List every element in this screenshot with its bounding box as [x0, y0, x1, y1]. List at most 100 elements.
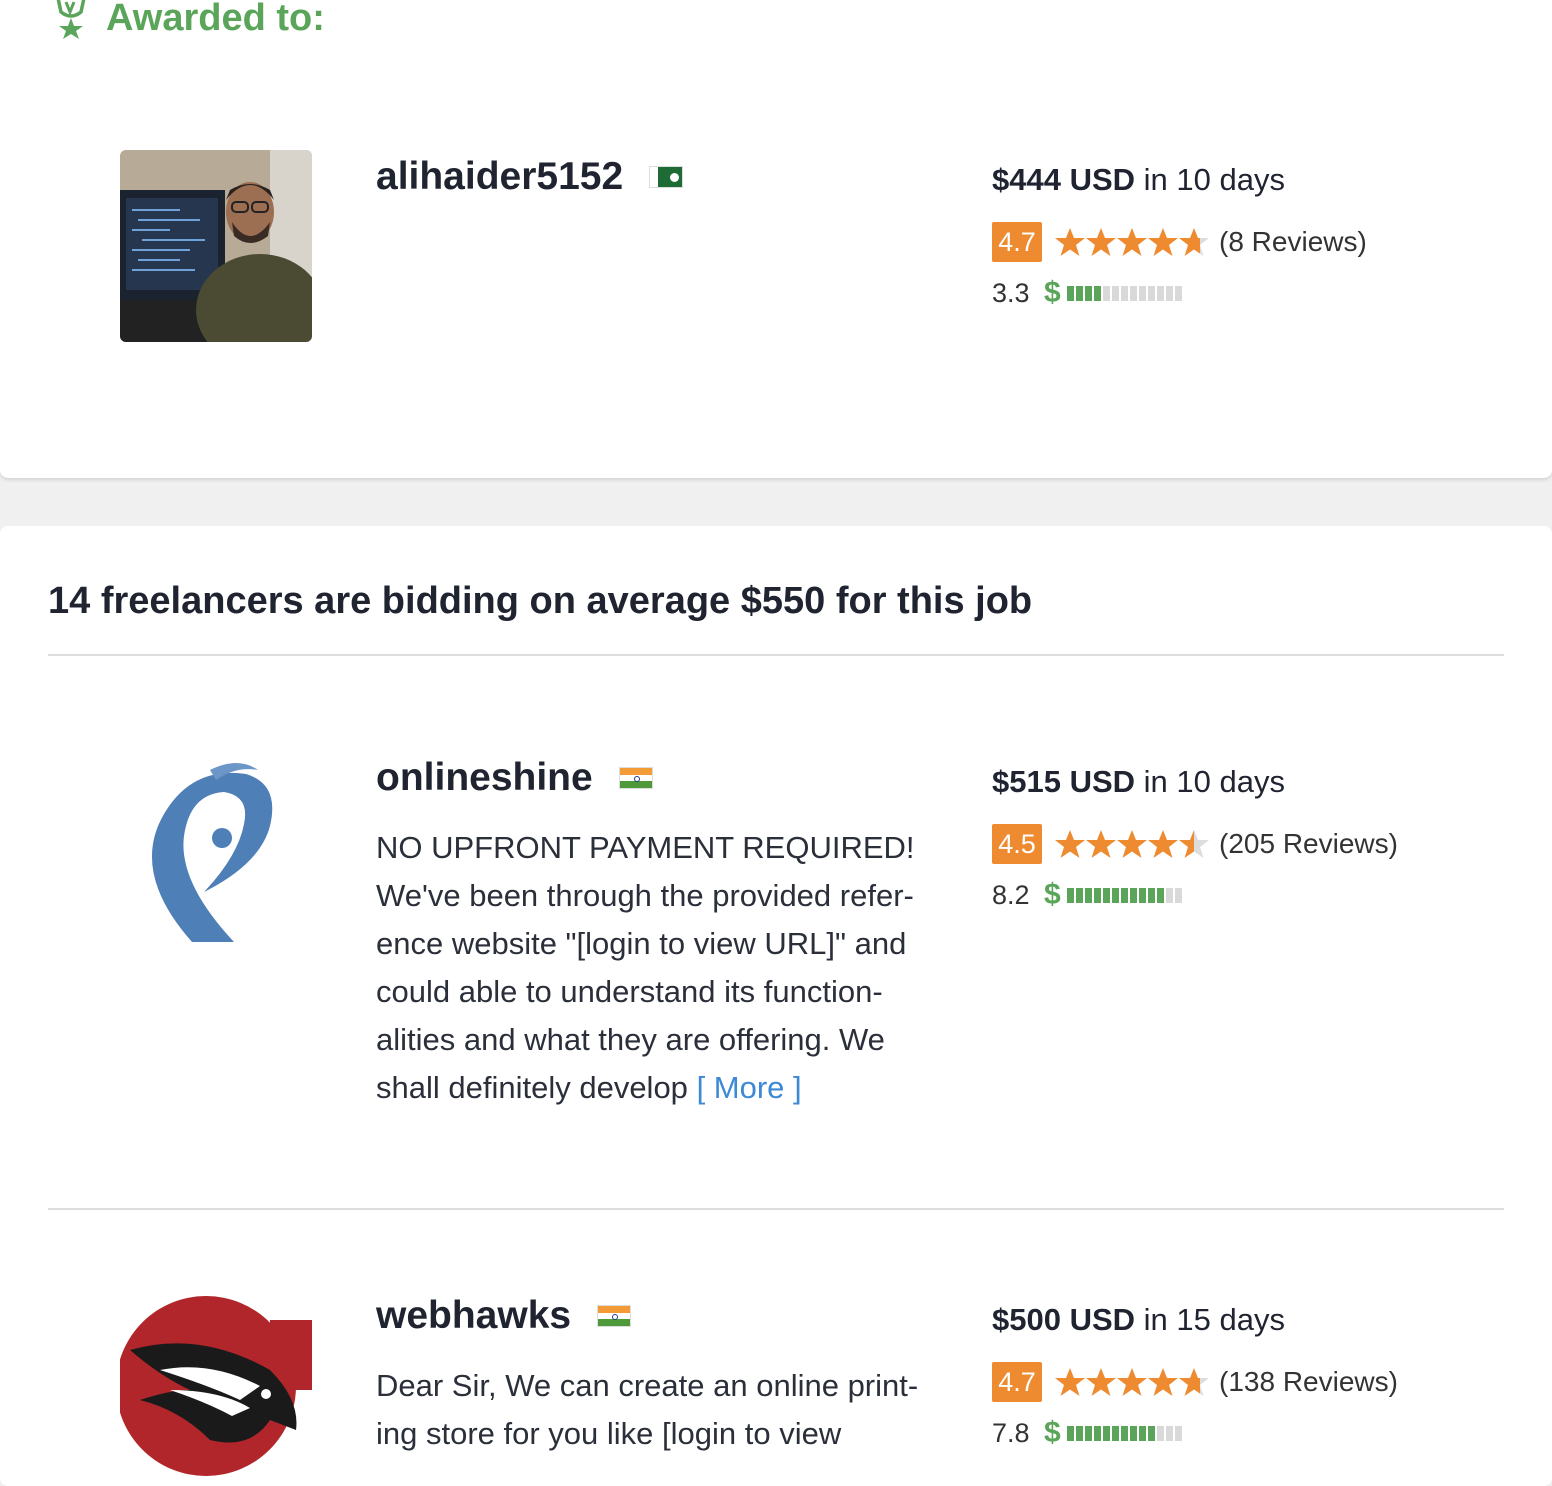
star-icon [1086, 228, 1116, 256]
earnings-segment [1129, 887, 1137, 903]
earnings-segment [1111, 887, 1119, 903]
username-webhawks[interactable]: webhawks [376, 1294, 632, 1338]
bid-price: $515 USD in 10 days [992, 764, 1285, 800]
earnings-segment [1102, 887, 1110, 903]
earnings-segment [1147, 285, 1155, 301]
rating-badge: 4.7 [992, 1362, 1042, 1402]
earnings-segment [1084, 285, 1092, 301]
earnings-segment [1156, 1425, 1164, 1441]
username-text[interactable]: alihaider5152 [376, 155, 623, 199]
dollar-icon: $ [1044, 276, 1061, 309]
awarded-card: Awarded to: alihaider5152 $444 USD in 10… [0, 0, 1552, 478]
description-line: Dear Sir, We can create an online print- [376, 1368, 919, 1403]
earnings-segment [1066, 1425, 1074, 1441]
earnings-segment [1156, 285, 1164, 301]
bid-price: $500 USD in 15 days [992, 1302, 1285, 1338]
earnings-segment [1174, 285, 1182, 301]
avatar-webhawks[interactable] [120, 1290, 312, 1482]
earnings-segment [1066, 887, 1074, 903]
star-icon [1148, 1368, 1178, 1396]
earnings-segment [1120, 1425, 1128, 1441]
star-icon [1086, 830, 1116, 858]
earnings-segment [1102, 1425, 1110, 1441]
avatar-alihaider5152[interactable] [120, 150, 312, 342]
bids-summary-title: 14 freelancers are bidding on average $5… [48, 580, 1033, 622]
star-icon [1148, 228, 1178, 256]
reviews-link[interactable]: (138 Reviews) [1219, 1366, 1398, 1398]
earnings-segment [1093, 1425, 1101, 1441]
awarded-title: Awarded to: [106, 0, 325, 39]
bid-description: Dear Sir, We can create an online print-… [376, 1362, 936, 1458]
rating-row: 4.7 (8 Reviews) [992, 222, 1367, 262]
description-line: ence website "[login to view URL]" and [376, 926, 907, 961]
onlineshine-logo-icon [151, 763, 273, 942]
earnings-bar [1066, 887, 1184, 903]
earnings-segment [1120, 887, 1128, 903]
earnings-row: 8.2 $ [992, 878, 1184, 912]
star-icon [1055, 1368, 1085, 1396]
earnings-segment [1138, 1425, 1146, 1441]
earnings-segment [1102, 285, 1110, 301]
rating-badge: 4.7 [992, 222, 1042, 262]
earnings-segment [1075, 1425, 1083, 1441]
divider [48, 654, 1504, 656]
username-alihaider5152[interactable]: alihaider5152 [376, 155, 684, 199]
earnings-segment [1075, 285, 1083, 301]
star-rating [1054, 227, 1209, 257]
bids-card: 14 freelancers are bidding on average $5… [0, 526, 1552, 1486]
earnings-segment [1147, 1425, 1155, 1441]
india-flag-icon [618, 767, 653, 789]
earnings-segment [1120, 285, 1128, 301]
rating-row: 4.7 (138 Reviews) [992, 1362, 1398, 1402]
earnings-row: 7.8 $ [992, 1416, 1184, 1450]
earnings-segment [1129, 1425, 1137, 1441]
avatar-photo [120, 150, 312, 342]
star-icon [1179, 830, 1209, 858]
description-text: shall definitely develop [376, 1070, 688, 1105]
star-icon [1179, 228, 1209, 256]
username-text[interactable]: webhawks [376, 1294, 571, 1338]
earnings-bar [1066, 1425, 1184, 1441]
dollar-icon: $ [1044, 1416, 1061, 1449]
earnings-segment [1093, 285, 1101, 301]
description-line: could able to understand its function- [376, 974, 883, 1009]
earnings-row: 3.3 $ [992, 276, 1184, 310]
bid-period: in 10 days [1143, 764, 1285, 799]
divider [48, 1208, 1504, 1210]
star-icon [1179, 1368, 1209, 1396]
earnings-segment [1111, 1425, 1119, 1441]
bid-price: $444 USD in 10 days [992, 162, 1285, 198]
username-text[interactable]: onlineshine [376, 756, 593, 800]
star-rating [1054, 829, 1209, 859]
india-flag-icon [597, 1305, 632, 1327]
username-onlineshine[interactable]: onlineshine [376, 756, 653, 800]
bid-period: in 15 days [1143, 1302, 1285, 1337]
star-icon [1117, 830, 1147, 858]
earnings-bar [1066, 285, 1184, 301]
dollar-icon: $ [1044, 878, 1061, 911]
earnings-segment [1138, 285, 1146, 301]
earnings-segment [1066, 285, 1074, 301]
description-line: ing store for you like [login to view [376, 1416, 842, 1451]
earnings-segment [1075, 887, 1083, 903]
earnings-segment [1147, 887, 1155, 903]
webhawks-logo-icon [120, 1296, 312, 1476]
earnings-score: 3.3 [992, 277, 1030, 308]
more-link[interactable]: [ More ] [697, 1070, 802, 1105]
star-icon [1117, 228, 1147, 256]
description-line: We've been through the provided refer- [376, 878, 914, 913]
trophy-award-icon [56, 0, 86, 39]
earnings-score: 8.2 [992, 879, 1030, 910]
star-icon [1055, 228, 1085, 256]
bid-amount: $500 USD [992, 1302, 1136, 1337]
avatar-onlineshine[interactable] [120, 752, 312, 944]
description-line: alities and what they are offering. We [376, 1022, 885, 1057]
reviews-link[interactable]: (205 Reviews) [1219, 828, 1398, 860]
reviews-link[interactable]: (8 Reviews) [1219, 226, 1367, 258]
earnings-segment [1084, 887, 1092, 903]
earnings-segment [1138, 887, 1146, 903]
earnings-score: 7.8 [992, 1417, 1030, 1448]
bid-description: NO UPFRONT PAYMENT REQUIRED! We've been … [376, 824, 936, 1112]
description-line: shall definitely develop [ More ] [376, 1064, 936, 1112]
star-icon [1086, 1368, 1116, 1396]
